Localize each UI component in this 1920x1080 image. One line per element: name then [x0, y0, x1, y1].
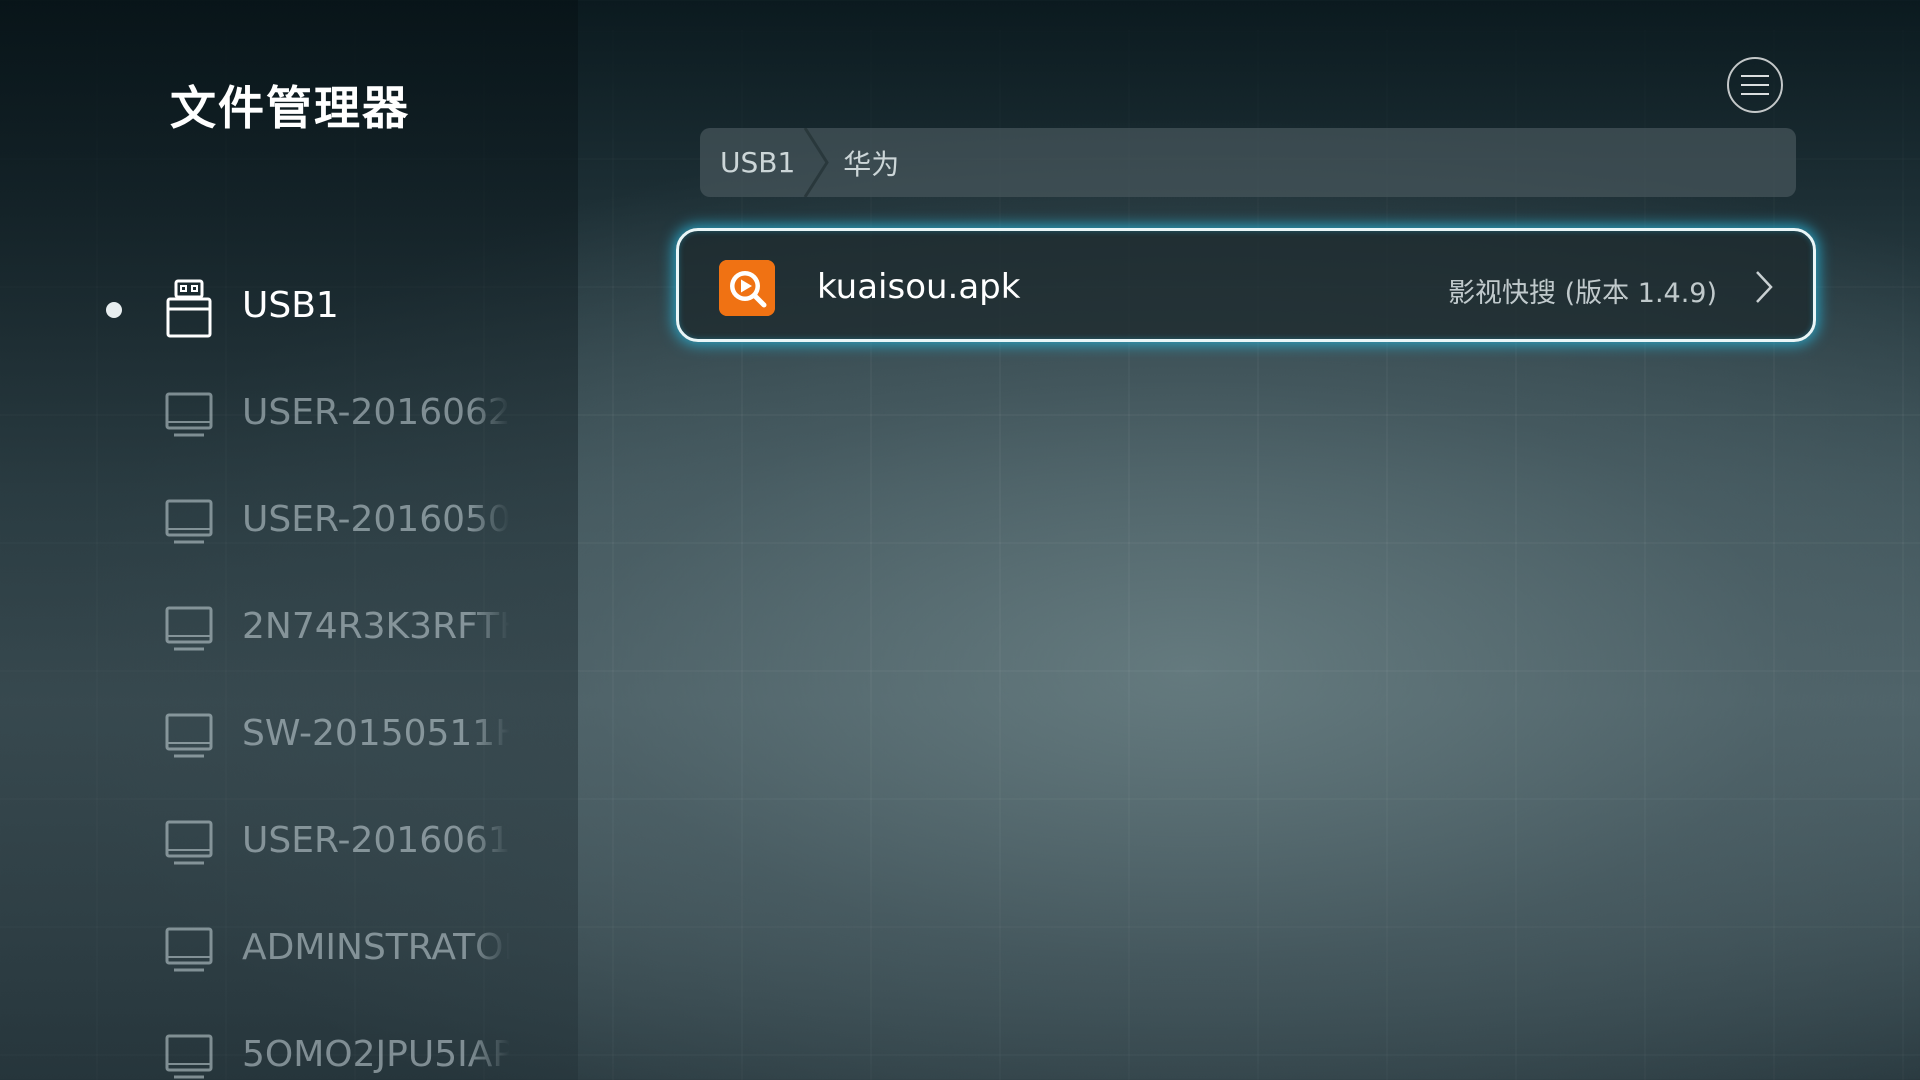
chevron-right-icon	[1756, 271, 1773, 303]
device-label: 2N74R3K3RFTH	[242, 606, 510, 647]
device-label: ADMINSTRATOR	[242, 927, 510, 968]
breadcrumb: USB1 华为	[700, 128, 1796, 197]
file-description: 影视快搜 (版本 1.4.9)	[1448, 278, 1717, 309]
file-name: kuaisou.apk	[817, 267, 1021, 307]
menu-button[interactable]	[1727, 57, 1783, 113]
computer-monitor-icon	[165, 713, 213, 758]
usb-drive-icon	[166, 279, 212, 338]
breadcrumb-separator-icon	[804, 128, 830, 197]
device-item-pc[interactable]: USER-20160506I	[0, 471, 578, 578]
computer-monitor-icon	[165, 499, 213, 544]
device-sidebar: 文件管理器 USB1 USER-20160620I	[0, 0, 578, 1080]
device-item-pc[interactable]: ADMINSTRATOR	[0, 899, 578, 1006]
device-label: USER-20160506I	[242, 499, 510, 540]
device-label: 5OMO2JPU5IAP	[242, 1034, 510, 1075]
device-list: USB1 USER-20160620I USER-20160506I	[0, 257, 578, 1080]
computer-monitor-icon	[165, 927, 213, 972]
device-label: USER-20160616V	[242, 820, 510, 861]
computer-monitor-icon	[165, 820, 213, 865]
device-item-pc[interactable]: SW-20150511HC	[0, 685, 578, 792]
hamburger-menu-icon	[1741, 75, 1769, 77]
selected-indicator-dot	[106, 302, 122, 318]
device-item-pc[interactable]: USER-20160616V	[0, 792, 578, 899]
hamburger-menu-icon	[1741, 84, 1769, 86]
device-item-usb1[interactable]: USB1	[0, 257, 578, 364]
device-item-pc[interactable]: USER-20160620I	[0, 364, 578, 471]
computer-monitor-icon	[165, 1034, 213, 1079]
breadcrumb-item-current[interactable]: 华为	[843, 143, 899, 183]
device-label: SW-20150511HC	[242, 713, 510, 754]
file-item[interactable]: kuaisou.apk 影视快搜 (版本 1.4.9)	[676, 228, 1816, 342]
app-title: 文件管理器	[170, 81, 410, 135]
computer-monitor-icon	[165, 392, 213, 437]
kuaisou-app-icon	[719, 260, 775, 316]
device-label: USB1	[242, 285, 339, 326]
device-label: USER-20160620I	[242, 392, 510, 433]
device-item-pc[interactable]: 5OMO2JPU5IAP	[0, 1006, 578, 1080]
computer-monitor-icon	[165, 606, 213, 651]
device-item-pc[interactable]: 2N74R3K3RFTH	[0, 578, 578, 685]
breadcrumb-item-root[interactable]: USB1	[700, 146, 795, 179]
hamburger-menu-icon	[1741, 93, 1769, 95]
